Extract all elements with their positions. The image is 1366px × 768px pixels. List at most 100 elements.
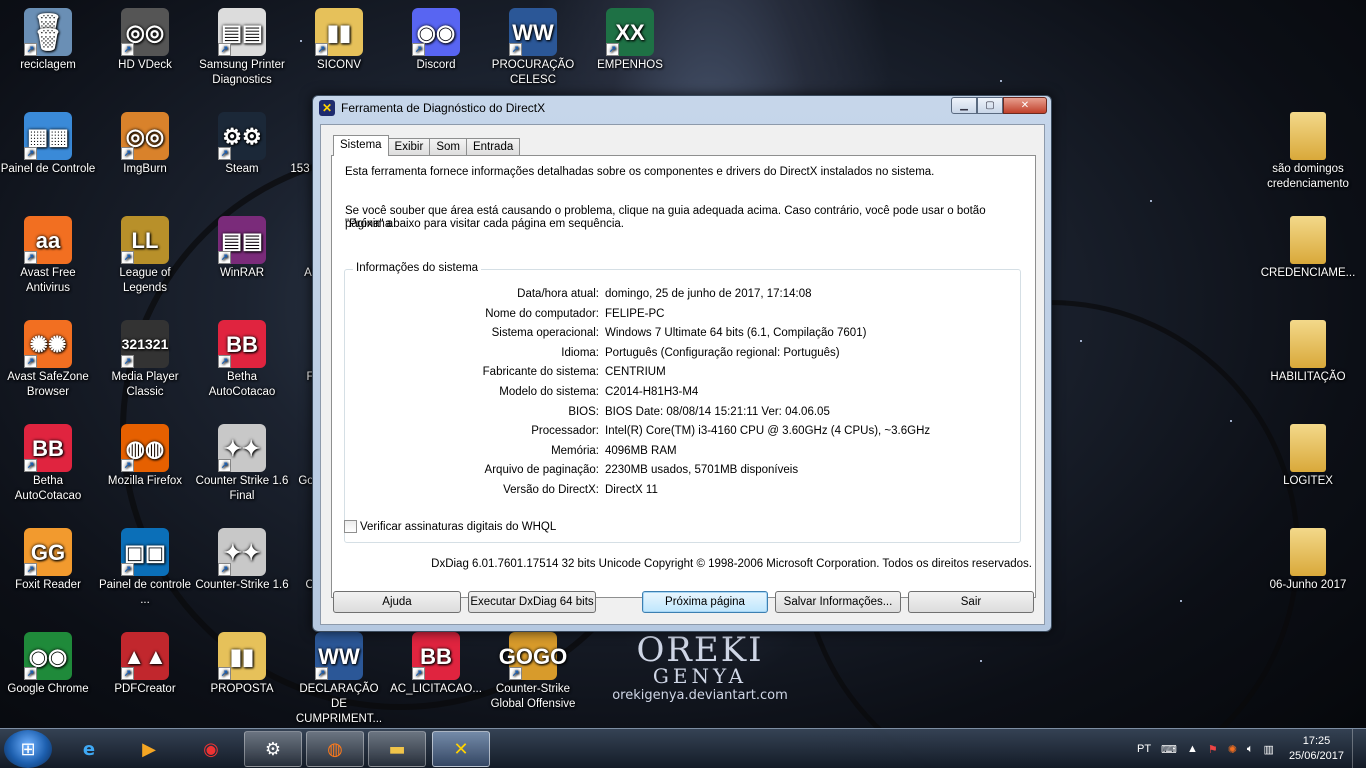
desktop-icon[interactable]: ◉◉ ↗ Discord bbox=[388, 8, 484, 73]
taskbar-media-player[interactable]: ▶ bbox=[120, 731, 178, 767]
desktop-icon[interactable]: WW ↗ DECLARAÇÃO DE CUMPRIMENT... bbox=[291, 632, 387, 727]
desktop-icon[interactable]: GG ↗ Foxit Reader bbox=[0, 528, 96, 593]
tab-sistema[interactable]: Sistema bbox=[333, 135, 389, 156]
run-64bit-button[interactable]: Executar DxDiag 64 bits bbox=[468, 591, 596, 613]
windows-logo-icon: ⊞ bbox=[20, 738, 36, 760]
title-bar[interactable]: ✕ Ferramenta de Diagnóstico do DirectX bbox=[313, 96, 1051, 120]
desktop-icon-label: Counter-Strike 1.6 bbox=[195, 579, 289, 591]
desktop-icon[interactable]: ◉◉ ↗ Google Chrome bbox=[0, 632, 96, 697]
imgburn-icon: ◎◎ ↗ bbox=[121, 112, 169, 160]
desktop-icon[interactable]: ▣▣ ↗ Painel de controle ... bbox=[97, 528, 193, 608]
show-desktop-button[interactable] bbox=[1352, 729, 1366, 768]
desktop-icon[interactable]: ✺✺ ↗ Avast SafeZone Browser bbox=[0, 320, 96, 400]
desktop-icon[interactable]: BB ↗ Betha AutoCotacao bbox=[0, 424, 96, 504]
desktop-icon-label: LOGITEX bbox=[1283, 475, 1333, 487]
tab-som[interactable]: Som bbox=[429, 138, 467, 156]
shortcut-arrow-icon: ↗ bbox=[24, 563, 37, 576]
desktop-icon[interactable]: XX ↗ EMPENHOS bbox=[582, 8, 678, 73]
desktop-icon[interactable]: LOGITEX bbox=[1260, 424, 1356, 489]
tab-exibir[interactable]: Exibir bbox=[387, 138, 431, 156]
save-info-button[interactable]: Salvar Informações... bbox=[775, 591, 901, 613]
info-label: Sistema operacional: bbox=[491, 327, 599, 340]
whql-checkbox[interactable] bbox=[344, 520, 357, 533]
start-button[interactable]: ⊞ bbox=[4, 730, 52, 768]
desktop-icon[interactable]: HABILITAÇÃO bbox=[1260, 320, 1356, 385]
info-value: Português (Configuração regional: Portug… bbox=[605, 346, 840, 359]
desktop-icon[interactable]: BB ↗ AC_LICITACAO... bbox=[388, 632, 484, 697]
action-center-icon[interactable]: ⚑ bbox=[1208, 743, 1218, 756]
info-value: Intel(R) Core(TM) i3-4160 CPU @ 3.60GHz … bbox=[605, 425, 931, 438]
shortcut-arrow-icon: ↗ bbox=[121, 147, 134, 160]
volume-icon[interactable]: 🔈︎ bbox=[1247, 743, 1254, 756]
desktop-icon-label: Media Player Classic bbox=[111, 371, 179, 398]
info-value: domingo, 25 de junho de 2017, 17:14:08 bbox=[605, 288, 812, 300]
desktop-icon[interactable]: ▮▮ ↗ SICONV bbox=[291, 8, 387, 73]
taskbar-internet-explorer[interactable]: e bbox=[60, 731, 118, 767]
desktop-icon[interactable]: ⚙⚙ ↗ Steam bbox=[194, 112, 290, 177]
desktop-icon-label: WinRAR bbox=[219, 267, 265, 279]
desktop-icon[interactable]: LL ↗ League of Legends bbox=[97, 216, 193, 296]
close-button[interactable]: ✕ bbox=[1003, 97, 1047, 114]
internet-explorer-icon: e bbox=[82, 738, 96, 760]
desktop-icon[interactable]: ▲▲ ↗ PDFCreator bbox=[97, 632, 193, 697]
folder-icon bbox=[1290, 320, 1326, 368]
tab-entrada[interactable]: Entrada bbox=[465, 138, 521, 156]
minimize-icon: ▁ bbox=[960, 100, 968, 111]
counter-strike-icon: ✦✦ ↗ bbox=[218, 424, 266, 472]
language-indicator[interactable]: PT bbox=[1137, 743, 1151, 755]
info-value: C2014-H81H3-M4 bbox=[605, 386, 699, 398]
clock[interactable]: 17:25 25/06/2017 bbox=[1289, 734, 1344, 764]
taskbar-explorer[interactable]: ▬ bbox=[368, 731, 426, 767]
system-info-row: Sistema operacional: Windows 7 Ultimate 6… bbox=[345, 327, 1022, 341]
desktop-icon-label: Samsung Printer Diagnostics bbox=[199, 59, 285, 86]
desktop-icon[interactable]: ▦▦ ↗ Painel de Controle bbox=[0, 112, 96, 177]
show-hidden-icons-icon[interactable]: ▲ bbox=[1187, 743, 1198, 755]
desktop-icon[interactable]: ▮▮ ↗ PROPOSTA bbox=[194, 632, 290, 697]
desktop-icon-label: PDFCreator bbox=[114, 683, 176, 695]
keyboard-icon[interactable]: ⌨ bbox=[1161, 743, 1177, 756]
system-info-row: Modelo do sistema: C2014-H81H3-M4 bbox=[345, 386, 1022, 400]
whql-checkbox-row[interactable]: Verificar assinaturas digitais do WHQL bbox=[344, 520, 556, 533]
shortcut-arrow-icon: ↗ bbox=[121, 563, 134, 576]
desktop-icon[interactable]: 321321 ↗ Media Player Classic bbox=[97, 320, 193, 400]
shortcut-arrow-icon: ↗ bbox=[121, 667, 134, 680]
info-value: Windows 7 Ultimate 64 bits (6.1, Compila… bbox=[605, 327, 867, 340]
desktop-icon-label: são domingos credenciamento bbox=[1267, 163, 1349, 190]
desktop-icon[interactable]: CREDENCIAME... bbox=[1260, 216, 1356, 281]
desktop-icon[interactable]: aa ↗ Avast Free Antivirus bbox=[0, 216, 96, 296]
avast-tray-icon[interactable]: ✺ bbox=[1228, 743, 1237, 756]
desktop-icon[interactable]: são domingos credenciamento bbox=[1260, 112, 1356, 192]
desktop-icon[interactable]: ▤▤ ↗ Samsung Printer Diagnostics bbox=[194, 8, 290, 88]
desktop-icon-label: Discord bbox=[416, 59, 456, 71]
desktop-icon[interactable]: ◎◎ ↗ HD VDeck bbox=[97, 8, 193, 73]
exit-button[interactable]: Sair bbox=[908, 591, 1034, 613]
taskbar-directx[interactable]: ✕ bbox=[432, 731, 490, 767]
shortcut-arrow-icon: ↗ bbox=[218, 355, 231, 368]
help-button[interactable]: Ajuda bbox=[333, 591, 461, 613]
taskbar-chrome[interactable]: ◉ bbox=[182, 731, 240, 767]
desktop-icon[interactable]: 06-Junho 2017 bbox=[1260, 528, 1356, 593]
league-icon: LL ↗ bbox=[121, 216, 169, 264]
desktop-icon[interactable]: GOGO ↗ Counter-Strike Global Offensive bbox=[485, 632, 581, 712]
desktop-icon-label: ImgBurn bbox=[123, 163, 167, 175]
pdfcreator-icon: ▲▲ ↗ bbox=[121, 632, 169, 680]
desktop-icon[interactable]: 🗑🗑 ↗ reciclagem bbox=[0, 8, 96, 73]
shortcut-arrow-icon: ↗ bbox=[218, 43, 231, 56]
clock-time: 17:25 bbox=[1302, 735, 1331, 747]
desktop-icon[interactable]: BB ↗ Betha AutoCotacao bbox=[194, 320, 290, 400]
taskbar-steam[interactable]: ⚙ bbox=[244, 731, 302, 767]
next-page-button[interactable]: Próxima página bbox=[642, 591, 768, 613]
network-icon[interactable]: ▥ bbox=[1264, 743, 1274, 756]
desktop-icon-label: Betha AutoCotacao bbox=[208, 371, 276, 398]
maximize-button[interactable]: ▢ bbox=[977, 97, 1003, 114]
desktop-icon[interactable]: ◎◎ ↗ ImgBurn bbox=[97, 112, 193, 177]
taskbar-firefox[interactable]: ◍ bbox=[306, 731, 364, 767]
desktop-icon[interactable]: ✦✦ ↗ Counter Strike 1.6 Final bbox=[194, 424, 290, 504]
minimize-button[interactable]: ▁ bbox=[951, 97, 977, 114]
desktop-icon[interactable]: ✦✦ ↗ Counter-Strike 1.6 bbox=[194, 528, 290, 593]
desktop-icon[interactable]: ◍◍ ↗ Mozilla Firefox bbox=[97, 424, 193, 489]
desktop-icon-label: Mozilla Firefox bbox=[107, 475, 183, 487]
desktop-icon[interactable]: ▤▤ ↗ WinRAR bbox=[194, 216, 290, 281]
maximize-icon: ▢ bbox=[985, 100, 995, 111]
desktop-icon[interactable]: WW ↗ PROCURAÇÃO CELESC bbox=[485, 8, 581, 88]
